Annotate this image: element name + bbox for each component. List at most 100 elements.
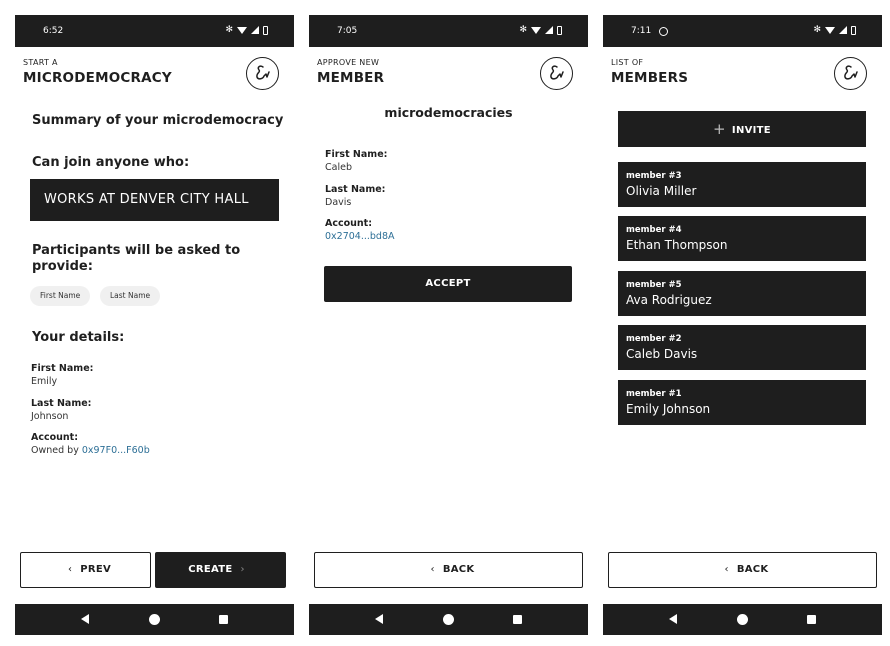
last-name-label: Last Name: <box>31 398 92 409</box>
invite-label: INVITE <box>731 125 771 136</box>
account-label: Account: <box>325 218 373 229</box>
first-name-label: First Name: <box>31 363 94 374</box>
prev-button[interactable]: ‹ PREV <box>20 552 151 588</box>
account-prefix: Owned by <box>31 445 82 456</box>
status-time: 6:52 <box>43 26 64 36</box>
chip-first-name[interactable]: First Name <box>30 286 91 306</box>
signal-icon <box>251 26 259 34</box>
chevron-left-icon: ‹ <box>67 564 73 575</box>
prev-label: PREV <box>80 564 112 575</box>
invite-button[interactable]: + INVITE <box>618 111 866 147</box>
create-button[interactable]: CREATE › <box>155 552 286 588</box>
screen-list-members: 7:11 ✻ LIST OF MEMBERS + INVITE member #3… <box>603 15 882 635</box>
android-nav-bar <box>15 604 294 635</box>
summary-heading: Summary of your microdemocracy <box>32 113 284 128</box>
member-card[interactable]: member #4 Ethan Thompson <box>618 216 866 261</box>
chip-last-name[interactable]: Last Name <box>100 286 161 306</box>
page-title: MEMBERS <box>611 70 689 86</box>
account-value-row: Owned by 0x97F0...F60b <box>31 445 150 456</box>
screen-start-microdemocracy: 6:52 ✻ START A MICRODEMOCRACY Summary of… <box>15 15 294 635</box>
header-eyebrow: APPROVE NEW <box>317 58 380 67</box>
page-title: MEMBER <box>317 70 385 86</box>
last-name-label: Last Name: <box>325 184 386 195</box>
signal-icon <box>545 26 553 34</box>
last-name-value: Davis <box>325 197 352 208</box>
member-number: member #5 <box>626 280 682 290</box>
status-time: 7:11 <box>631 26 652 36</box>
accept-button[interactable]: ACCEPT <box>324 266 572 302</box>
plus-icon: + <box>713 120 726 138</box>
nav-recent-icon[interactable] <box>807 615 816 624</box>
bluetooth-icon: ✻ <box>225 25 233 35</box>
back-button[interactable]: ‹ BACK <box>608 552 877 588</box>
account-link[interactable]: 0x97F0...F60b <box>82 445 150 456</box>
android-nav-bar <box>309 604 588 635</box>
status-icons: ✻ <box>813 25 856 35</box>
account-label: Account: <box>31 432 79 443</box>
member-name: Emily Johnson <box>626 402 711 416</box>
chevron-left-icon: ‹ <box>724 564 729 575</box>
back-button[interactable]: ‹ BACK <box>314 552 583 588</box>
ampersand-logo-icon[interactable] <box>246 57 279 90</box>
header-eyebrow: START A <box>23 58 58 67</box>
member-number: member #4 <box>626 225 682 235</box>
join-criteria[interactable]: WORKS AT DENVER CITY HALL <box>30 179 279 221</box>
member-name: Olivia Miller <box>626 184 697 198</box>
signal-icon <box>839 26 847 34</box>
nav-recent-icon[interactable] <box>219 615 228 624</box>
member-number: member #2 <box>626 334 682 344</box>
bluetooth-icon: ✻ <box>519 25 527 35</box>
wifi-icon <box>825 26 835 34</box>
status-bar: 6:52 ✻ <box>15 15 294 47</box>
status-time: 7:05 <box>337 26 358 36</box>
member-number: member #3 <box>626 171 682 181</box>
battery-icon <box>851 25 856 35</box>
nav-recent-icon[interactable] <box>513 615 522 624</box>
first-name-label: First Name: <box>325 149 388 160</box>
status-icons: ✻ <box>519 25 562 35</box>
status-bar: 7:05 ✻ <box>309 15 588 47</box>
chevron-right-icon: › <box>240 564 245 575</box>
nav-home-icon[interactable] <box>443 614 454 625</box>
member-name: Ava Rodriguez <box>626 293 712 307</box>
first-name-value: Caleb <box>325 162 352 173</box>
bluetooth-icon: ✻ <box>813 25 821 35</box>
first-name-value: Emily <box>31 376 58 387</box>
status-bar: 7:11 ✻ <box>603 15 882 47</box>
member-card[interactable]: member #3 Olivia Miller <box>618 162 866 207</box>
member-card[interactable]: member #5 Ava Rodriguez <box>618 271 866 316</box>
member-card[interactable]: member #2 Caleb Davis <box>618 325 866 370</box>
back-label: BACK <box>442 564 475 575</box>
your-details-heading: Your details: <box>32 330 125 345</box>
battery-icon <box>557 25 562 35</box>
ampersand-logo-icon[interactable] <box>540 57 573 90</box>
whatsapp-icon <box>659 26 669 36</box>
last-name-value: Johnson <box>31 411 69 422</box>
participants-heading: Participants will be asked to provide: <box>32 243 241 274</box>
account-link[interactable]: 0x2704...bd8A <box>325 231 395 242</box>
nav-back-icon[interactable] <box>669 614 677 624</box>
status-time-wrap: 7:11 <box>631 26 669 36</box>
page-title: MICRODEMOCRACY <box>23 70 172 86</box>
member-card[interactable]: member #1 Emily Johnson <box>618 380 866 425</box>
microdemocracy-name: microdemocracies <box>384 105 513 120</box>
battery-icon <box>263 25 268 35</box>
create-label: CREATE <box>188 564 233 575</box>
android-nav-bar <box>603 604 882 635</box>
status-icons: ✻ <box>225 25 268 35</box>
member-number: member #1 <box>626 389 682 399</box>
wifi-icon <box>531 26 541 34</box>
nav-back-icon[interactable] <box>81 614 89 624</box>
back-label: BACK <box>736 564 769 575</box>
header-eyebrow: LIST OF <box>611 58 644 67</box>
nav-home-icon[interactable] <box>149 614 160 625</box>
ampersand-logo-icon[interactable] <box>834 57 867 90</box>
can-join-heading: Can join anyone who: <box>32 155 190 170</box>
nav-home-icon[interactable] <box>737 614 748 625</box>
chevron-left-icon: ‹ <box>430 564 435 575</box>
screen-approve-member: 7:05 ✻ APPROVE NEW MEMBER microdemocraci… <box>309 15 588 635</box>
member-name: Ethan Thompson <box>626 238 728 252</box>
nav-back-icon[interactable] <box>375 614 383 624</box>
wifi-icon <box>237 26 247 34</box>
member-name: Caleb Davis <box>626 347 698 361</box>
